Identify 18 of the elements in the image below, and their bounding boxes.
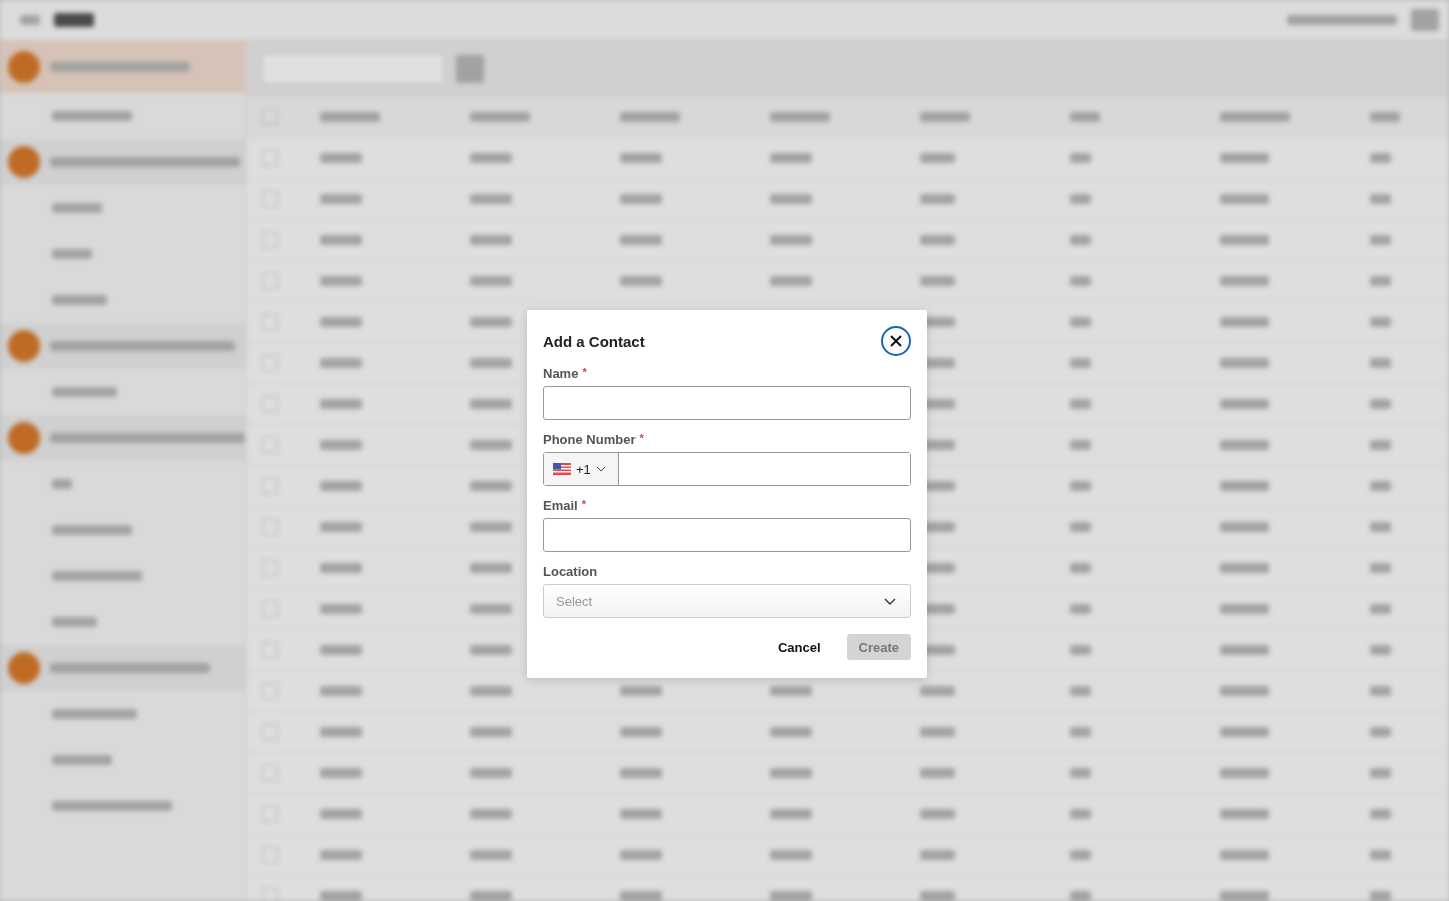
field-label: Name — [543, 366, 579, 381]
chevron-down-icon — [884, 597, 896, 605]
flag-icon — [553, 463, 571, 475]
cancel-button[interactable]: Cancel — [765, 634, 833, 660]
required-mark: * — [639, 432, 644, 446]
field-label: Location — [543, 564, 599, 579]
input-field[interactable] — [543, 518, 911, 552]
field-label: Email — [543, 498, 578, 513]
phone-field[interactable]: +1 — [543, 452, 911, 486]
field-label: Phone Number — [543, 432, 636, 447]
close-icon — [888, 333, 904, 349]
required-mark: * — [581, 498, 586, 512]
required-mark: * — [582, 366, 587, 380]
close-button[interactable] — [881, 326, 911, 356]
chevron-down-icon — [595, 466, 606, 472]
input-field[interactable] — [543, 386, 911, 420]
country-code-select[interactable]: +1 — [544, 453, 619, 485]
dialog-title: Add a Contact — [543, 332, 645, 350]
